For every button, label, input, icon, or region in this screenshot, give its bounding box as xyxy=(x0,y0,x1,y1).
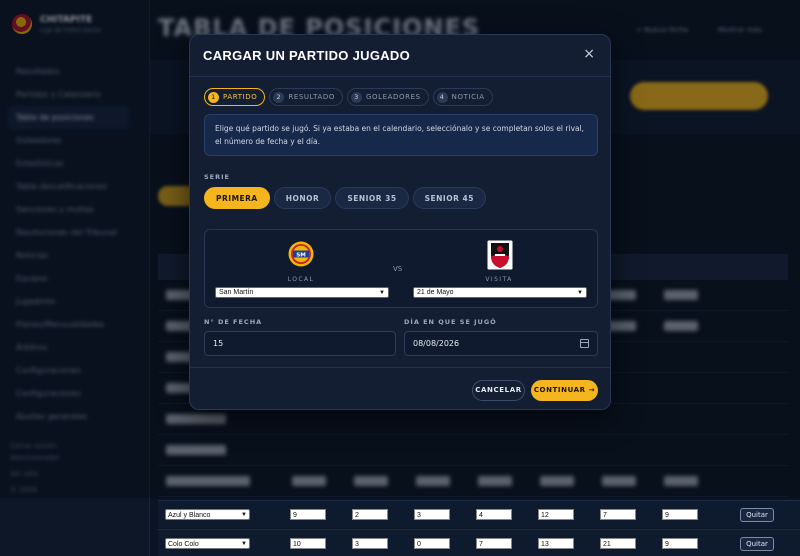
stat-input[interactable]: 2 xyxy=(352,509,388,520)
step-goleadores[interactable]: 3 GOLEADORES xyxy=(346,88,429,106)
step-number: 1 xyxy=(208,91,219,103)
cancel-button[interactable]: CANCELAR xyxy=(472,380,525,401)
stat-input[interactable]: 10 xyxy=(290,538,326,549)
wizard-steps: 1 PARTIDO 2 RESULTADO 3 GOLEADORES 4 NOT… xyxy=(204,88,493,106)
stat-input[interactable]: 3 xyxy=(414,509,450,520)
team-select[interactable]: Azul y Blanco ▼ xyxy=(165,509,250,520)
serie-senior45-button[interactable]: SENIOR 45 xyxy=(412,187,486,209)
stat-input[interactable]: 4 xyxy=(476,509,512,520)
match-card: SM LOCAL VS VISITA San Martín ▼ 21 de May… xyxy=(204,229,598,308)
visita-team-select[interactable]: 21 de Mayo ▼ xyxy=(413,287,587,298)
team-select[interactable]: Colo Colo ▼ xyxy=(165,538,250,549)
step-number: 2 xyxy=(273,91,285,103)
local-label: LOCAL xyxy=(287,276,315,283)
stat-input[interactable]: 7 xyxy=(476,538,512,549)
info-callout: Elige qué partido se jugó. Si ya estaba … xyxy=(204,114,598,156)
step-resultado[interactable]: 2 RESULTADO xyxy=(269,88,343,106)
step-label: PARTIDO xyxy=(223,93,258,101)
load-match-modal: CARGAR UN PARTIDO JUGADO × 1 PARTIDO 2 R… xyxy=(189,34,611,410)
stat-input[interactable]: 9 xyxy=(662,538,698,549)
stat-input[interactable]: 9 xyxy=(290,509,326,520)
step-label: NOTICIA xyxy=(451,93,485,101)
stat-input[interactable]: 13 xyxy=(538,538,574,549)
stat-input[interactable]: 7 xyxy=(600,509,636,520)
stat-input[interactable]: 21 xyxy=(600,538,636,549)
chevron-down-icon: ▼ xyxy=(577,290,583,296)
step-number: 3 xyxy=(350,91,362,103)
continue-button[interactable]: CONTINUAR → xyxy=(531,380,598,401)
serie-honor-button[interactable]: HONOR xyxy=(273,187,332,209)
close-icon[interactable]: × xyxy=(583,46,595,62)
svg-text:SM: SM xyxy=(296,252,306,258)
21-de-mayo-logo-icon xyxy=(487,240,513,270)
serie-senior35-button[interactable]: SENIOR 35 xyxy=(335,187,409,209)
serie-primera-button[interactable]: PRIMERA xyxy=(204,187,270,209)
chevron-down-icon: ▼ xyxy=(379,290,385,296)
visita-label: VISITA xyxy=(485,276,513,283)
modal-title: CARGAR UN PARTIDO JUGADO xyxy=(203,48,411,63)
calendar-icon[interactable] xyxy=(580,339,589,348)
stat-input[interactable]: 0 xyxy=(414,538,450,549)
stat-input[interactable]: 3 xyxy=(352,538,388,549)
fecha-number-input[interactable]: 15 xyxy=(204,331,396,356)
serie-selector: PRIMERA HONOR SENIOR 35 SENIOR 45 xyxy=(204,187,486,209)
stat-input[interactable]: 9 xyxy=(662,509,698,520)
table-row: Azul y Blanco ▼ 9 2 3 4 12 7 9 Quitar xyxy=(158,500,800,528)
chevron-down-icon: ▼ xyxy=(241,541,247,547)
step-label: RESULTADO xyxy=(288,93,335,101)
step-noticia[interactable]: 4 NOTICIA xyxy=(432,88,493,106)
local-team-select[interactable]: San Martín ▼ xyxy=(215,287,389,298)
table-row: Colo Colo ▼ 10 3 0 7 13 21 9 Quitar xyxy=(158,529,800,556)
modal-header: CARGAR UN PARTIDO JUGADO × xyxy=(190,35,610,77)
step-label: GOLEADORES xyxy=(365,93,421,101)
remove-row-button[interactable]: Quitar xyxy=(740,537,774,551)
chevron-down-icon: ▼ xyxy=(241,512,247,518)
dia-label: DÍA EN QUE SE JUGÓ xyxy=(404,318,497,326)
modal-footer: CANCELAR CONTINUAR → xyxy=(190,367,610,409)
serie-label: SERIE xyxy=(204,173,230,181)
san-martin-logo-icon: SM xyxy=(288,241,314,267)
fecha-label: N° DE FECHA xyxy=(204,318,263,326)
vs-text: VS xyxy=(393,265,403,273)
step-number: 4 xyxy=(436,91,448,103)
stat-input[interactable]: 12 xyxy=(538,509,574,520)
remove-row-button[interactable]: Quitar xyxy=(740,508,774,522)
date-input[interactable]: 08/08/2026 xyxy=(404,331,598,356)
step-partido[interactable]: 1 PARTIDO xyxy=(204,88,266,106)
